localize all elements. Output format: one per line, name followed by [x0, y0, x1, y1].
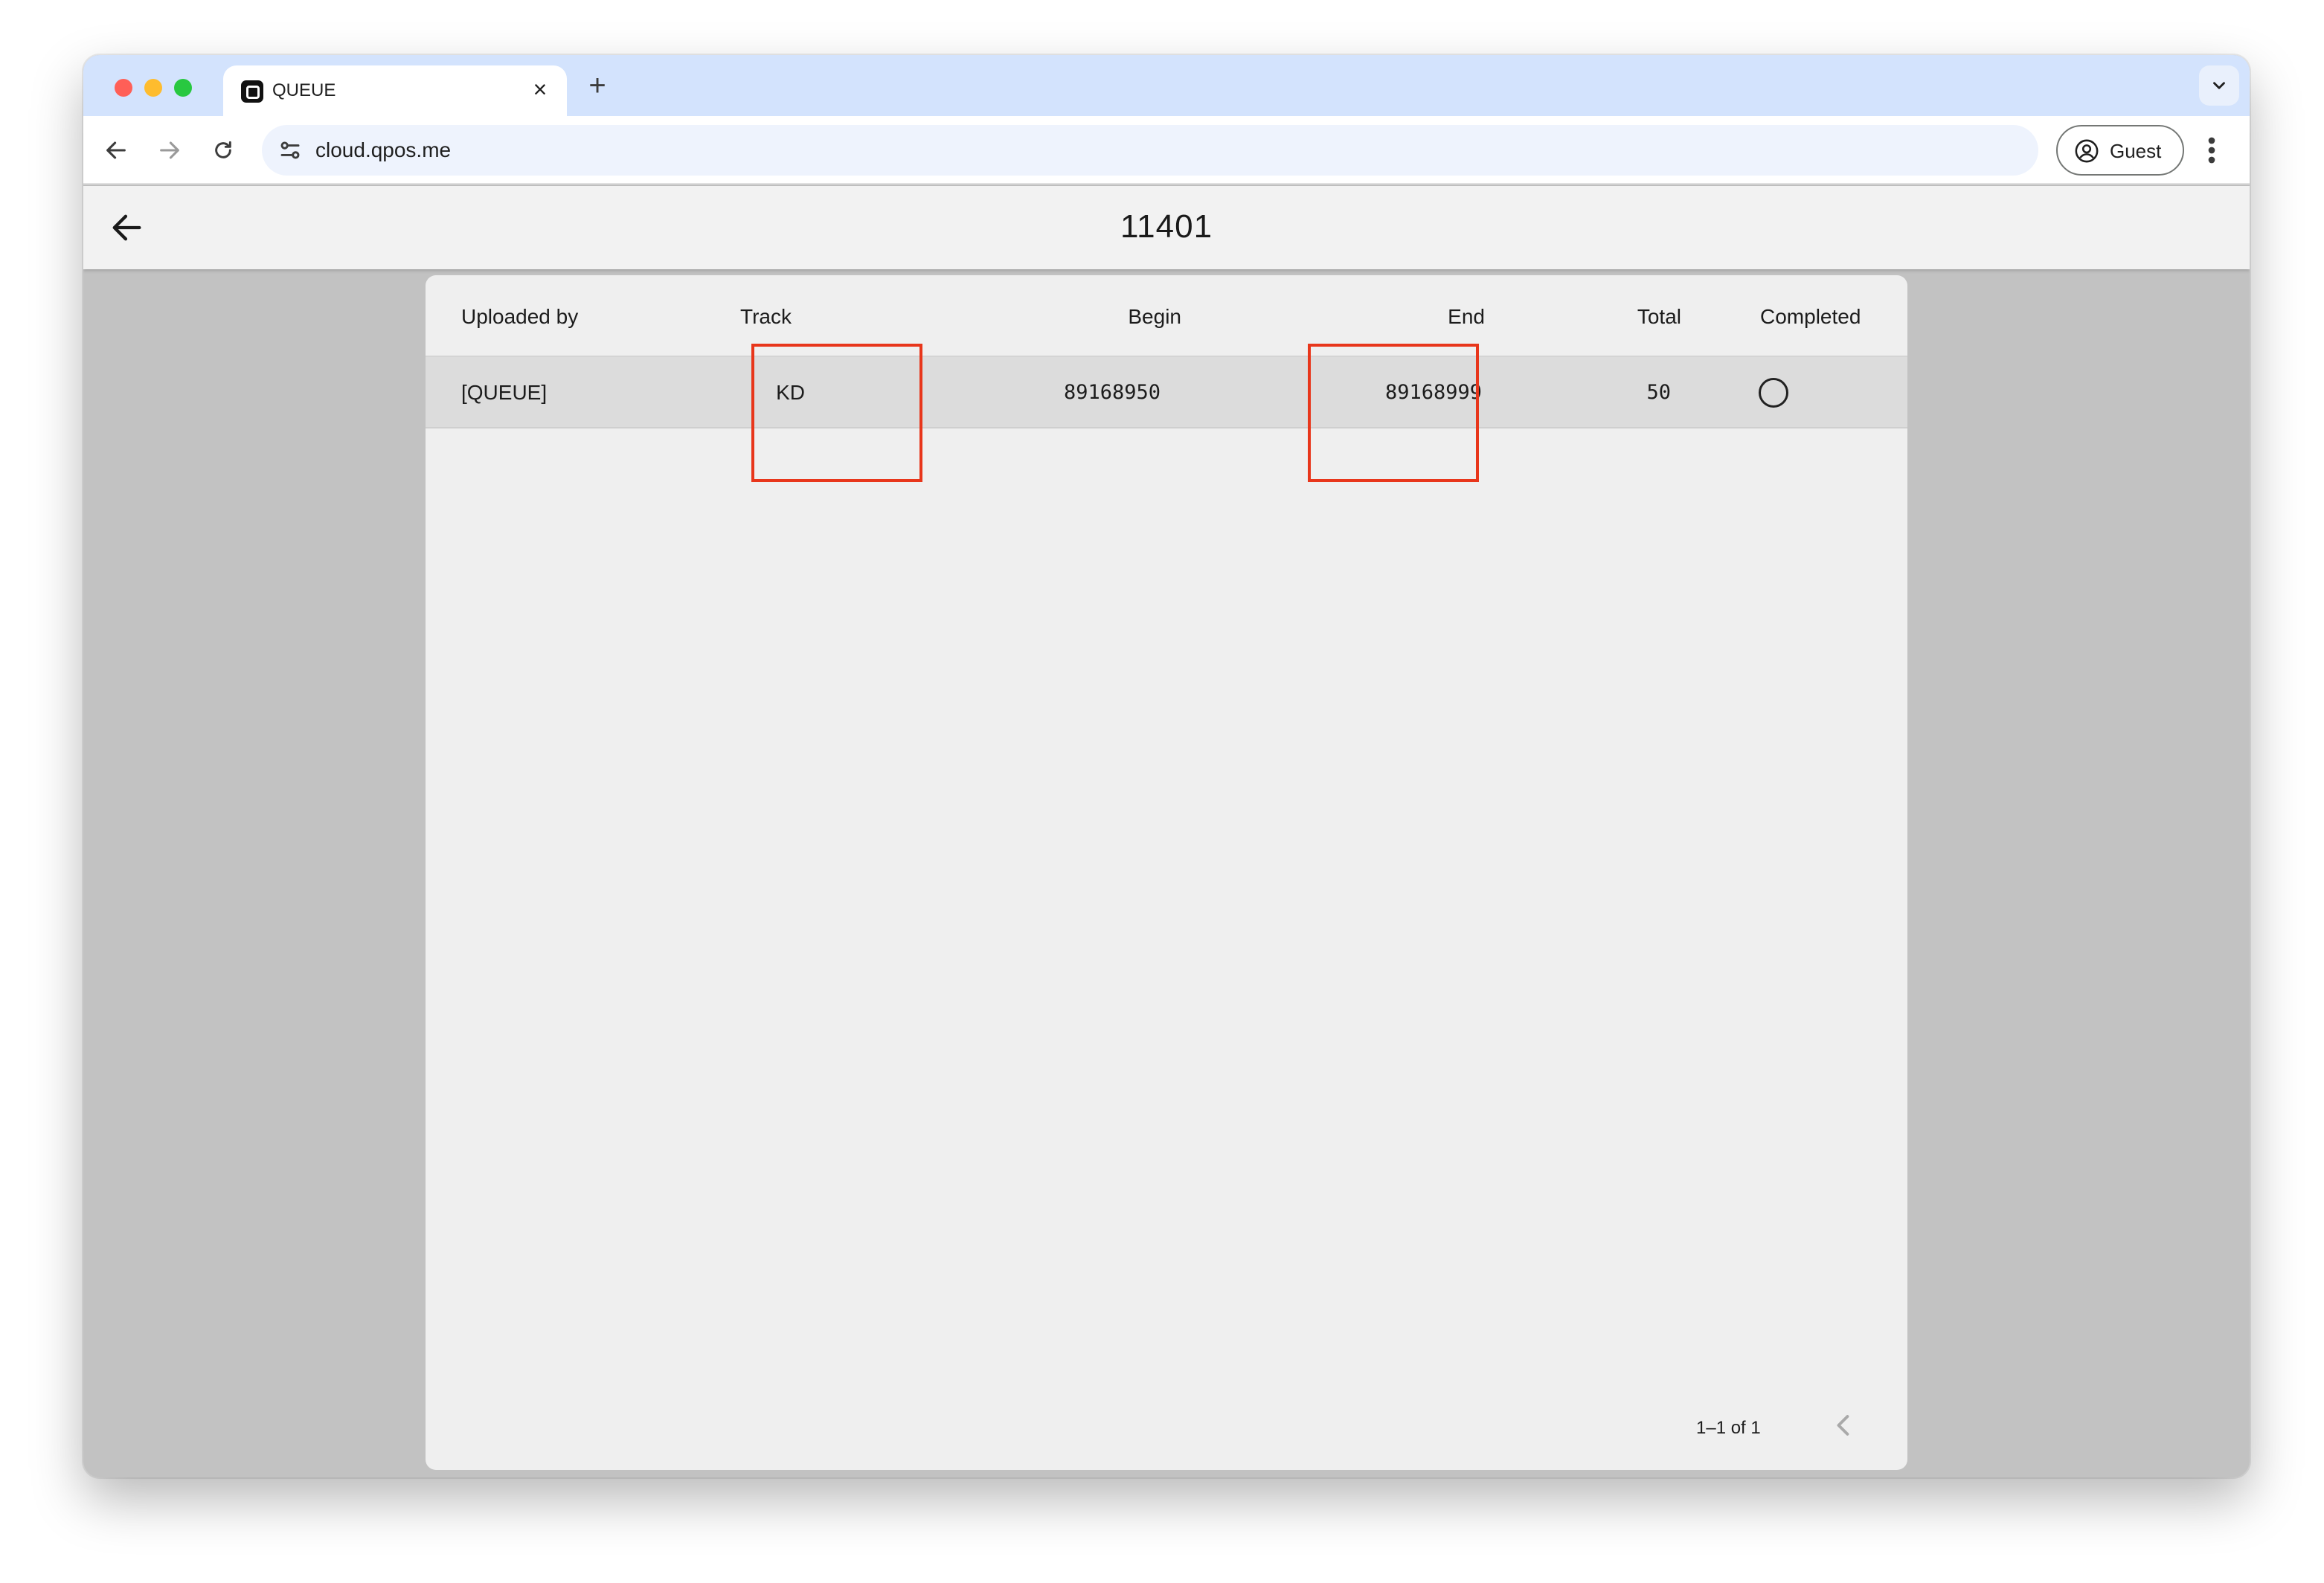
queue-table-card: Uploaded by Track Begin End Total Comple… [426, 275, 1907, 1470]
column-header-total-label: Total [1637, 305, 1681, 328]
column-header-track-label: Track [740, 305, 792, 328]
tab-search-button[interactable] [2199, 65, 2239, 106]
cell-end-value: 89168999 [1384, 381, 1482, 404]
tab-title: QUEUE [272, 80, 336, 100]
profile-label: Guest [2110, 140, 2162, 162]
forward-button[interactable] [152, 132, 187, 168]
cell-total-value: 50 [1646, 381, 1671, 404]
url-text[interactable]: cloud.qpos.me [315, 138, 451, 162]
browser-toolbar: cloud.qpos.me Guest [83, 116, 2250, 184]
chevron-left-icon [1837, 1415, 1849, 1436]
column-header-uploaded-by[interactable]: Uploaded by [461, 305, 578, 329]
new-tab-button[interactable]: + [580, 68, 614, 103]
tune-icon [280, 141, 300, 159]
table-row[interactable]: [QUEUE] KD 89168950 89168999 50 [426, 357, 1907, 428]
circle-outline-icon[interactable] [1759, 378, 1788, 408]
profile-button[interactable]: Guest [2056, 125, 2184, 176]
column-header-begin-label: Begin [1128, 305, 1181, 328]
tab-close-button[interactable]: × [527, 76, 553, 103]
tab-strip: QUEUE × + [83, 55, 2250, 116]
queue-favicon-icon [241, 80, 263, 103]
maximize-window-button[interactable] [174, 79, 192, 97]
column-header-completed[interactable]: Completed [1760, 305, 1861, 329]
cell-begin-value: 89168950 [1063, 381, 1161, 404]
arrow-left-icon [106, 141, 126, 159]
reload-icon [215, 141, 231, 158]
browser-window: QUEUE × + cloud.qpos.me Guest 11401 Uplo… [83, 55, 2250, 1477]
account-circle-icon [2075, 139, 2099, 163]
pagination-range: 1–1 of 1 [1696, 1418, 1761, 1438]
close-window-button[interactable] [115, 79, 132, 97]
minimize-window-button[interactable] [144, 79, 162, 97]
cell-uploaded-by: [QUEUE] [461, 381, 548, 404]
reload-button[interactable] [205, 132, 241, 168]
more-vert-icon [2208, 137, 2215, 164]
browser-menu-button[interactable] [2201, 131, 2223, 170]
arrow-right-icon [160, 141, 179, 159]
site-settings-button[interactable] [274, 134, 306, 167]
browser-tab[interactable]: QUEUE × [223, 65, 567, 116]
chevron-down-icon [2213, 82, 2225, 89]
address-bar[interactable]: cloud.qpos.me [262, 125, 2038, 176]
cell-track-value: KD [776, 381, 805, 404]
app-header: 11401 [83, 186, 2250, 269]
back-button[interactable] [98, 132, 134, 168]
table-header: Uploaded by Track Begin End Total Comple… [426, 275, 1907, 357]
previous-page-button[interactable] [1824, 1406, 1863, 1445]
column-header-end-label: End [1448, 305, 1485, 328]
page-title: 11401 [1120, 208, 1213, 245]
